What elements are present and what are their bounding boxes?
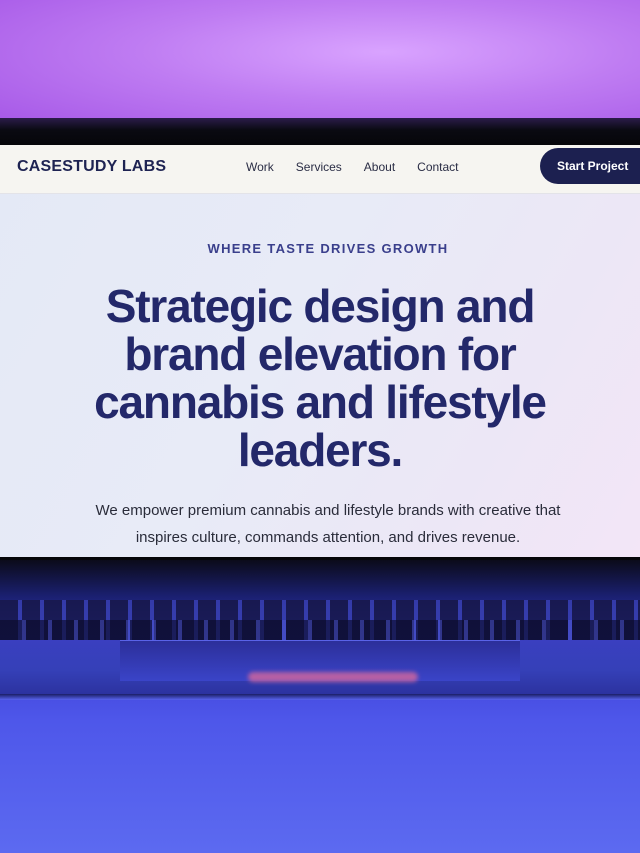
hero-headline: Strategic design and brand elevation for…	[94, 280, 547, 476]
nav-link-about[interactable]: About	[364, 160, 395, 174]
laptop-top-bezel	[0, 118, 640, 148]
hero-eyebrow: WHERE TASTE DRIVES GROWTH	[207, 241, 449, 256]
start-project-button[interactable]: Start Project	[540, 148, 640, 184]
site-navbar: CASESTUDY LABS Work Services About Conta…	[0, 145, 640, 194]
laptop-screen: CASESTUDY LABS Work Services About Conta…	[0, 145, 640, 558]
site-logo[interactable]: CASESTUDY LABS	[17, 158, 166, 176]
laptop-front-edge	[0, 694, 640, 700]
nav-link-contact[interactable]: Contact	[417, 160, 458, 174]
background-purple-backdrop	[0, 0, 640, 130]
nav-link-work[interactable]: Work	[246, 160, 274, 174]
hero-subtext: We empower premium cannabis and lifestyl…	[95, 502, 561, 546]
nav-links: Work Services About Contact	[246, 160, 481, 174]
nav-link-services[interactable]: Services	[296, 160, 342, 174]
light-reflection	[248, 672, 418, 682]
laptop-keyboard-row	[0, 620, 640, 640]
